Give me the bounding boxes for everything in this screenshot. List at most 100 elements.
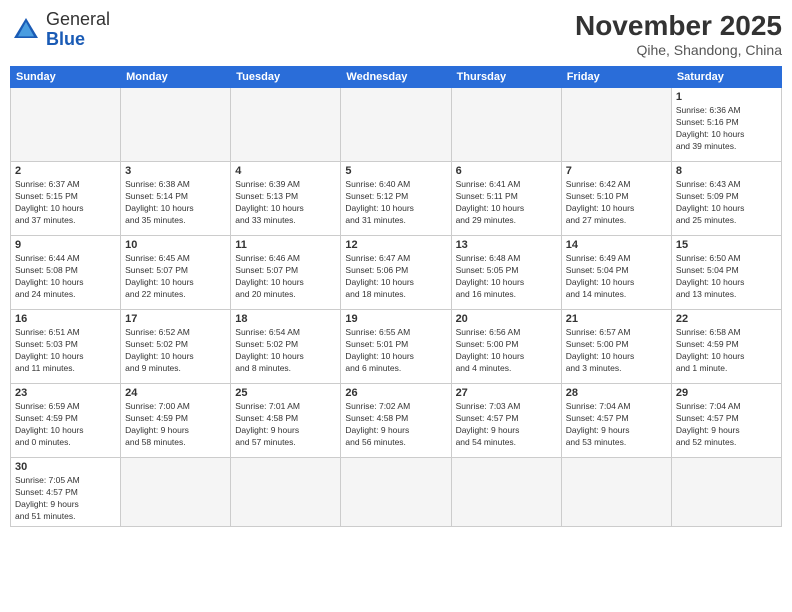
- day-number: 9: [15, 239, 116, 251]
- day-number: 16: [15, 313, 116, 325]
- day-15: 15 Sunrise: 6:50 AMSunset: 5:04 PMDaylig…: [671, 236, 781, 310]
- day-17: 17 Sunrise: 6:52 AMSunset: 5:02 PMDaylig…: [121, 310, 231, 384]
- day-number: 3: [125, 165, 226, 177]
- day-25: 25 Sunrise: 7:01 AMSunset: 4:58 PMDaylig…: [231, 384, 341, 458]
- day-number: 22: [676, 313, 777, 325]
- day-info: Sunrise: 6:52 AMSunset: 5:02 PMDaylight:…: [125, 327, 194, 373]
- header-saturday: Saturday: [671, 67, 781, 88]
- day-19: 19 Sunrise: 6:55 AMSunset: 5:01 PMDaylig…: [341, 310, 451, 384]
- day-number: 6: [456, 165, 557, 177]
- day-number: 19: [345, 313, 446, 325]
- table-row: 16 Sunrise: 6:51 AMSunset: 5:03 PMDaylig…: [11, 310, 782, 384]
- day-info: Sunrise: 6:47 AMSunset: 5:06 PMDaylight:…: [345, 253, 414, 299]
- day-1: 1 Sunrise: 6:36 AMSunset: 5:16 PMDayligh…: [671, 88, 781, 162]
- day-info: Sunrise: 6:40 AMSunset: 5:12 PMDaylight:…: [345, 179, 414, 225]
- day-4: 4 Sunrise: 6:39 AMSunset: 5:13 PMDayligh…: [231, 162, 341, 236]
- day-2: 2 Sunrise: 6:37 AMSunset: 5:15 PMDayligh…: [11, 162, 121, 236]
- day-info: Sunrise: 6:55 AMSunset: 5:01 PMDaylight:…: [345, 327, 414, 373]
- day-number: 13: [456, 239, 557, 251]
- day-info: Sunrise: 6:48 AMSunset: 5:05 PMDaylight:…: [456, 253, 525, 299]
- day-info: Sunrise: 6:38 AMSunset: 5:14 PMDaylight:…: [125, 179, 194, 225]
- day-info: Sunrise: 6:50 AMSunset: 5:04 PMDaylight:…: [676, 253, 745, 299]
- day-info: Sunrise: 7:02 AMSunset: 4:58 PMDaylight:…: [345, 401, 410, 447]
- day-3: 3 Sunrise: 6:38 AMSunset: 5:14 PMDayligh…: [121, 162, 231, 236]
- day-info: Sunrise: 6:44 AMSunset: 5:08 PMDaylight:…: [15, 253, 84, 299]
- day-info: Sunrise: 6:41 AMSunset: 5:11 PMDaylight:…: [456, 179, 525, 225]
- table-row: 1 Sunrise: 6:36 AMSunset: 5:16 PMDayligh…: [11, 88, 782, 162]
- empty-cell: [341, 88, 451, 162]
- day-number: 17: [125, 313, 226, 325]
- day-number: 11: [235, 239, 336, 251]
- day-number: 15: [676, 239, 777, 251]
- day-info: Sunrise: 6:42 AMSunset: 5:10 PMDaylight:…: [566, 179, 635, 225]
- weekday-header-row: Sunday Monday Tuesday Wednesday Thursday…: [11, 67, 782, 88]
- day-number: 30: [15, 461, 116, 473]
- header-sunday: Sunday: [11, 67, 121, 88]
- day-info: Sunrise: 6:49 AMSunset: 5:04 PMDaylight:…: [566, 253, 635, 299]
- empty-cell: [11, 88, 121, 162]
- table-row: 9 Sunrise: 6:44 AMSunset: 5:08 PMDayligh…: [11, 236, 782, 310]
- header-monday: Monday: [121, 67, 231, 88]
- day-number: 2: [15, 165, 116, 177]
- day-info: Sunrise: 6:46 AMSunset: 5:07 PMDaylight:…: [235, 253, 304, 299]
- day-number: 5: [345, 165, 446, 177]
- empty-cell: [231, 458, 341, 527]
- calendar: Sunday Monday Tuesday Wednesday Thursday…: [10, 66, 782, 527]
- header: General Blue November 2025 Qihe, Shandon…: [10, 10, 782, 58]
- day-16: 16 Sunrise: 6:51 AMSunset: 5:03 PMDaylig…: [11, 310, 121, 384]
- day-info: Sunrise: 6:39 AMSunset: 5:13 PMDaylight:…: [235, 179, 304, 225]
- day-number: 23: [15, 387, 116, 399]
- day-10: 10 Sunrise: 6:45 AMSunset: 5:07 PMDaylig…: [121, 236, 231, 310]
- location: Qihe, Shandong, China: [575, 42, 782, 58]
- day-number: 12: [345, 239, 446, 251]
- day-number: 14: [566, 239, 667, 251]
- day-info: Sunrise: 6:43 AMSunset: 5:09 PMDaylight:…: [676, 179, 745, 225]
- day-22: 22 Sunrise: 6:58 AMSunset: 4:59 PMDaylig…: [671, 310, 781, 384]
- day-number: 28: [566, 387, 667, 399]
- day-info: Sunrise: 7:03 AMSunset: 4:57 PMDaylight:…: [456, 401, 521, 447]
- empty-cell: [121, 458, 231, 527]
- empty-cell: [231, 88, 341, 162]
- empty-cell: [341, 458, 451, 527]
- day-27: 27 Sunrise: 7:03 AMSunset: 4:57 PMDaylig…: [451, 384, 561, 458]
- day-7: 7 Sunrise: 6:42 AMSunset: 5:10 PMDayligh…: [561, 162, 671, 236]
- table-row: 2 Sunrise: 6:37 AMSunset: 5:15 PMDayligh…: [11, 162, 782, 236]
- day-number: 8: [676, 165, 777, 177]
- day-14: 14 Sunrise: 6:49 AMSunset: 5:04 PMDaylig…: [561, 236, 671, 310]
- logo-blue: Blue: [46, 30, 110, 50]
- day-number: 29: [676, 387, 777, 399]
- day-5: 5 Sunrise: 6:40 AMSunset: 5:12 PMDayligh…: [341, 162, 451, 236]
- day-24: 24 Sunrise: 7:00 AMSunset: 4:59 PMDaylig…: [121, 384, 231, 458]
- day-info: Sunrise: 6:58 AMSunset: 4:59 PMDaylight:…: [676, 327, 745, 373]
- day-29: 29 Sunrise: 7:04 AMSunset: 4:57 PMDaylig…: [671, 384, 781, 458]
- empty-cell: [561, 458, 671, 527]
- day-11: 11 Sunrise: 6:46 AMSunset: 5:07 PMDaylig…: [231, 236, 341, 310]
- day-info: Sunrise: 7:01 AMSunset: 4:58 PMDaylight:…: [235, 401, 300, 447]
- day-6: 6 Sunrise: 6:41 AMSunset: 5:11 PMDayligh…: [451, 162, 561, 236]
- day-30: 30 Sunrise: 7:05 AMSunset: 4:57 PMDaylig…: [11, 458, 121, 527]
- header-friday: Friday: [561, 67, 671, 88]
- day-info: Sunrise: 6:57 AMSunset: 5:00 PMDaylight:…: [566, 327, 635, 373]
- empty-cell: [121, 88, 231, 162]
- day-20: 20 Sunrise: 6:56 AMSunset: 5:00 PMDaylig…: [451, 310, 561, 384]
- empty-cell: [451, 458, 561, 527]
- title-area: November 2025 Qihe, Shandong, China: [575, 10, 782, 58]
- page: General Blue November 2025 Qihe, Shandon…: [0, 0, 792, 612]
- day-number: 27: [456, 387, 557, 399]
- day-23: 23 Sunrise: 6:59 AMSunset: 4:59 PMDaylig…: [11, 384, 121, 458]
- empty-cell: [671, 458, 781, 527]
- header-thursday: Thursday: [451, 67, 561, 88]
- day-info: Sunrise: 7:00 AMSunset: 4:59 PMDaylight:…: [125, 401, 190, 447]
- day-info: Sunrise: 6:37 AMSunset: 5:15 PMDaylight:…: [15, 179, 84, 225]
- month-title: November 2025: [575, 10, 782, 42]
- day-26: 26 Sunrise: 7:02 AMSunset: 4:58 PMDaylig…: [341, 384, 451, 458]
- day-number: 4: [235, 165, 336, 177]
- day-13: 13 Sunrise: 6:48 AMSunset: 5:05 PMDaylig…: [451, 236, 561, 310]
- day-28: 28 Sunrise: 7:04 AMSunset: 4:57 PMDaylig…: [561, 384, 671, 458]
- table-row: 30 Sunrise: 7:05 AMSunset: 4:57 PMDaylig…: [11, 458, 782, 527]
- day-info: Sunrise: 6:54 AMSunset: 5:02 PMDaylight:…: [235, 327, 304, 373]
- day-info: Sunrise: 7:04 AMSunset: 4:57 PMDaylight:…: [566, 401, 631, 447]
- day-info: Sunrise: 6:36 AMSunset: 5:16 PMDaylight:…: [676, 105, 745, 151]
- logo-general: General: [46, 10, 110, 30]
- day-number: 7: [566, 165, 667, 177]
